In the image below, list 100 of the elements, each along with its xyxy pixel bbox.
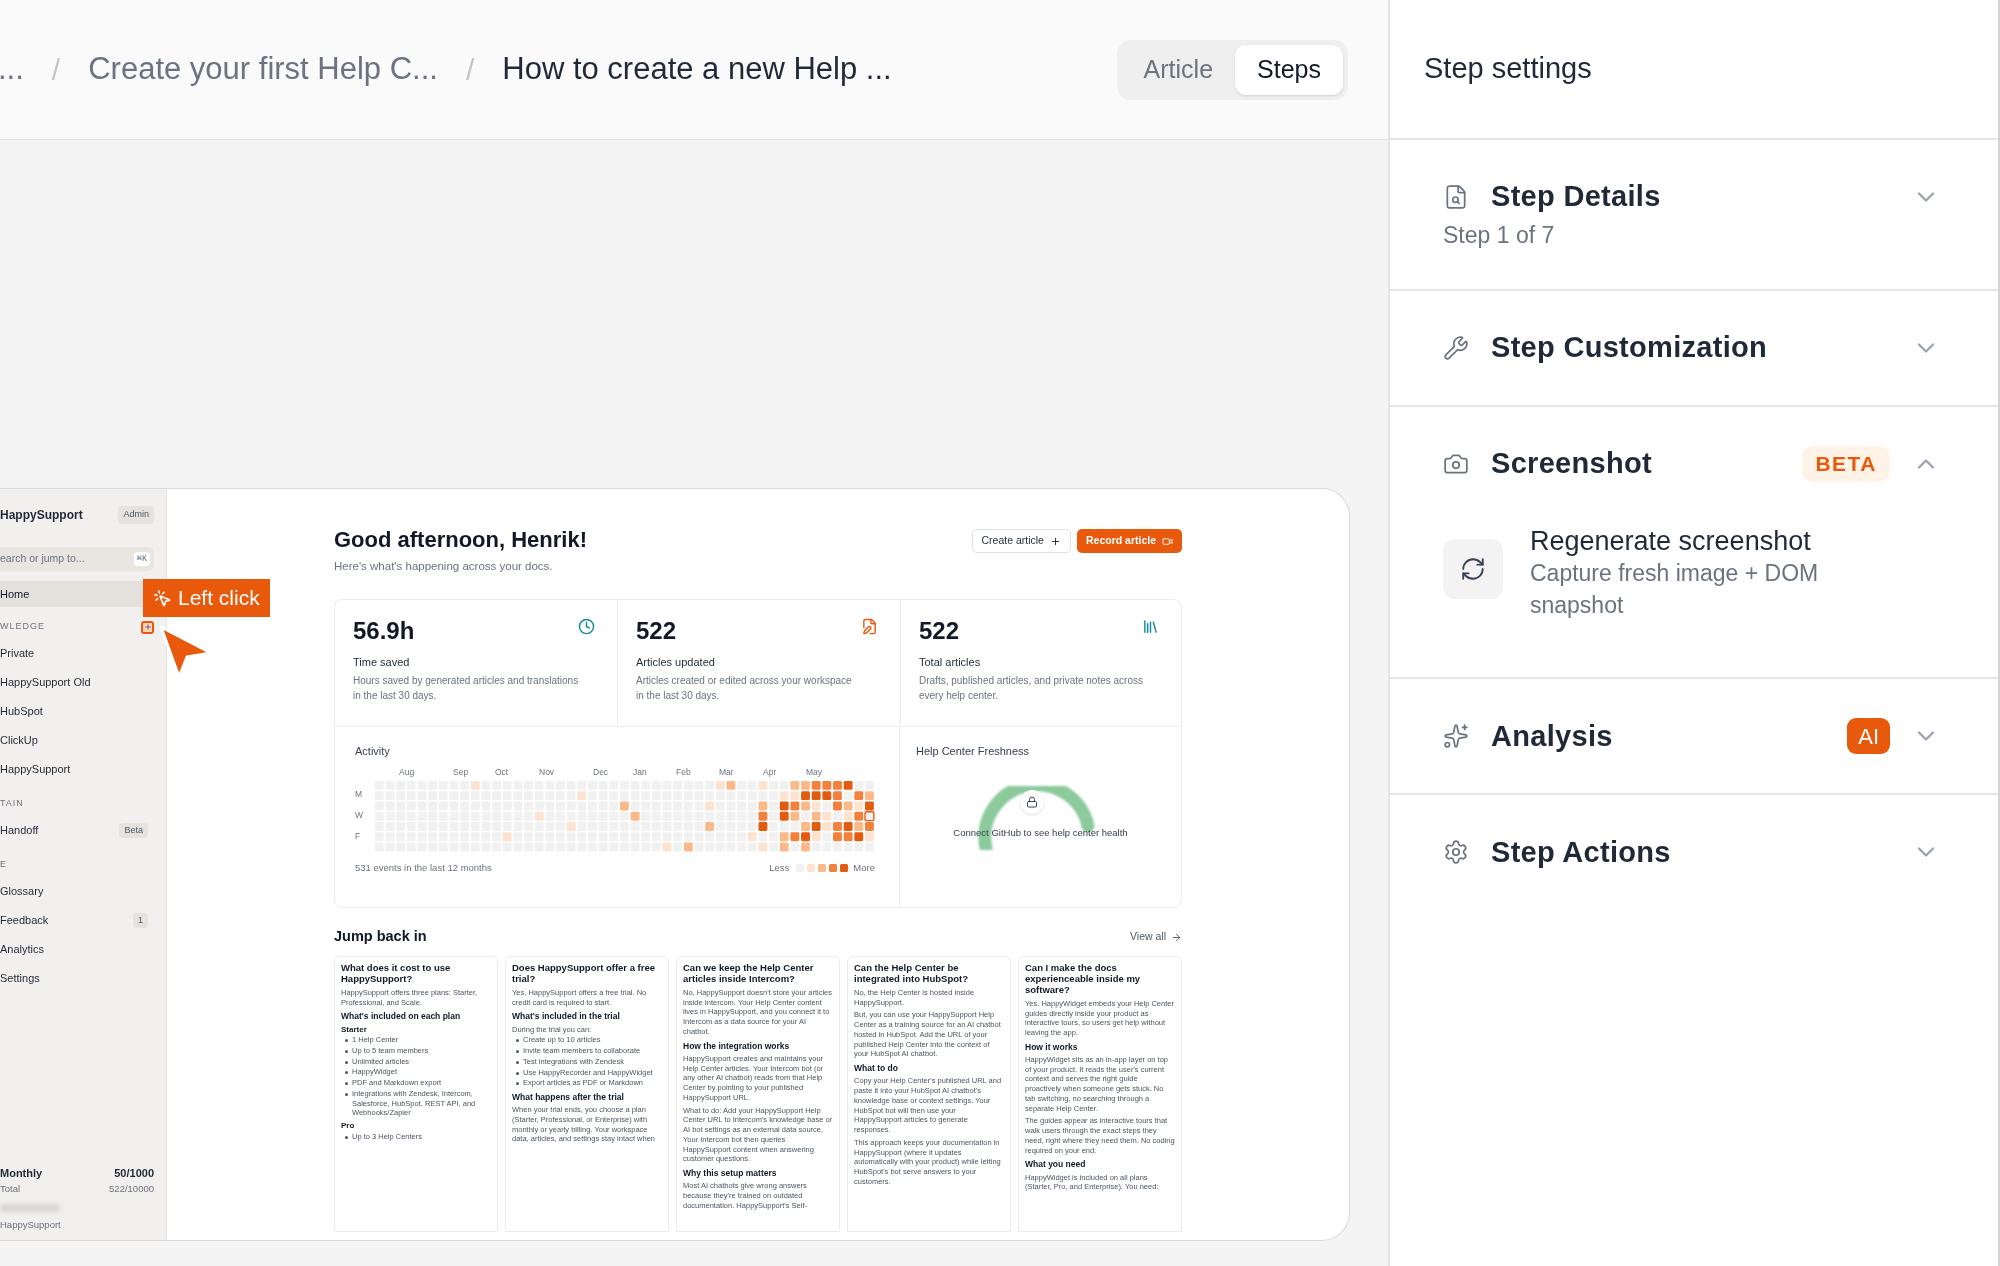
card-title: Can the Help Center be integrated into HubSpot? [854, 963, 969, 985]
nav-item[interactable]: HappySupport Old [0, 668, 154, 697]
card-title: Can I make the docs experienceable inside my software? [1025, 963, 1142, 996]
month-label: Apr [763, 765, 777, 779]
legend-less: Less [769, 860, 790, 875]
greeting-heading: Good afternoon, Henrik! [334, 526, 587, 554]
breadcrumb-link[interactable]: How to create a new Help ... [502, 46, 892, 93]
activity-summary: 531 events in the last 12 months [355, 860, 492, 875]
bullet-icon [516, 1050, 519, 1054]
view-tab[interactable]: Article [1121, 44, 1236, 95]
card-heading: What's included on each plan [341, 1011, 462, 1022]
refresh-icon [1443, 538, 1503, 599]
card-heading: What you need [1025, 1159, 1087, 1170]
card-heading: What to do [854, 1063, 899, 1074]
nav-item[interactable]: HubSpot [0, 697, 154, 726]
weekday-label: W [355, 808, 365, 821]
search-input[interactable]: earch or jump to... [0, 551, 110, 567]
blurred-name-icon [0, 1203, 60, 1212]
nav-item[interactable]: Analytics [0, 935, 154, 964]
month-label: Sep [453, 765, 469, 779]
create-article-button[interactable]: Create article [971, 529, 1071, 553]
role-badge: Admin [118, 506, 154, 524]
shortcut-key: ⌘K [133, 551, 150, 567]
add-icon[interactable] [141, 620, 154, 634]
month-label: Mar [719, 765, 734, 779]
nav-item[interactable]: HappySupport [0, 755, 154, 784]
stat-label: Total articles [919, 654, 982, 670]
click-icon [153, 588, 172, 608]
nav-item[interactable]: Settings [0, 964, 154, 993]
breadcrumb-link[interactable]: Create your first Help C... [88, 46, 438, 93]
nav-item[interactable]: Private [0, 639, 154, 668]
arrow-right-icon [1171, 931, 1182, 943]
plus-icon [1049, 535, 1061, 547]
action-description: Capture fresh image + DOM snapshot [1530, 558, 1820, 621]
card-title: What does it cost to use HappySupport? [341, 963, 452, 985]
month-label: Oct [495, 765, 509, 779]
wrench-icon [1443, 334, 1469, 361]
month-label: Feb [676, 765, 691, 779]
section-title[interactable]: Step Details [1491, 175, 1661, 219]
section-title[interactable]: Step Customization [1491, 325, 1768, 370]
stat-label: Articles updated [636, 654, 716, 670]
stat-description: Hours saved by generated articles and translations in the last 30 days. [353, 674, 580, 703]
search-field[interactable]: earch or jump to... ⌘K [0, 547, 154, 571]
bullet-icon [345, 1049, 348, 1053]
breadcrumb-separator: / [465, 52, 475, 88]
usage-label: Total [0, 1181, 21, 1196]
section-label: TAIN [0, 797, 24, 811]
breadcrumb-link[interactable]: ... [0, 46, 24, 93]
card-heading: Why this setup matters [683, 1168, 778, 1179]
bullet-icon [345, 1039, 348, 1043]
card-title: Can we keep the Help Center articles inside Intercom? [683, 963, 815, 985]
month-label: Jan [633, 765, 647, 779]
bullet-icon [516, 1039, 519, 1043]
card-heading: What's included in the trial [512, 1011, 621, 1022]
panel-title: Step settings [1424, 51, 1592, 87]
action-title: Regenerate screenshot [1530, 524, 1812, 557]
legend-scale-icon [796, 863, 849, 872]
activity-title: Activity [355, 744, 391, 760]
regenerate-action[interactable]: Regenerate screenshot Capture fresh image + DOM snapshot [1443, 524, 1940, 622]
month-label: Dec [593, 765, 609, 779]
weekday-label: M [355, 787, 364, 800]
bullet-icon [516, 1082, 519, 1086]
section-title[interactable]: Step Actions [1491, 830, 1671, 874]
article-card[interactable] [505, 956, 669, 1232]
article-card[interactable] [334, 956, 498, 1232]
section-label: E [0, 858, 7, 872]
card-subheading: Starter [341, 1024, 368, 1035]
beta-badge: BETA [1802, 445, 1890, 482]
gear-icon [1443, 839, 1469, 866]
stat-value: 522 [919, 618, 960, 645]
card-subheading: Pro [341, 1121, 356, 1131]
view-all-link[interactable]: View all [1130, 929, 1182, 945]
nav-item[interactable]: Glossary [0, 877, 154, 906]
library-icon [1142, 618, 1159, 636]
file-search-icon [1443, 184, 1469, 210]
nav-badge: 1 [133, 912, 148, 929]
clock-icon [578, 618, 595, 636]
workspace-name: HappySupport [0, 1217, 62, 1232]
video-icon [1162, 535, 1173, 547]
nav-item[interactable]: Feedback 1 [0, 906, 154, 935]
section-title[interactable]: Screenshot [1491, 441, 1652, 486]
section-label: WLEDGE [0, 620, 45, 634]
weekday-label: F [355, 829, 362, 842]
bullet-icon [345, 1060, 348, 1064]
bullet-icon [516, 1060, 519, 1064]
section-subtitle: Step 1 of 7 [1443, 221, 1556, 250]
sparkles-icon [1443, 723, 1469, 750]
brand-name: HappySupport [0, 507, 83, 524]
stat-value: 522 [636, 618, 677, 645]
record-article-button[interactable]: Record article [1076, 529, 1182, 553]
view-tab[interactable]: Steps [1235, 44, 1343, 95]
nav-item[interactable]: Handoff Beta [0, 816, 154, 845]
card-heading: How the integration works [683, 1040, 791, 1051]
nav-item[interactable]: ClickUp [0, 726, 154, 755]
freshness-title: Help Center Freshness [916, 744, 1031, 760]
stat-label: Time saved [353, 654, 411, 670]
section-title[interactable]: Analysis [1491, 714, 1613, 758]
bullet-icon [516, 1071, 519, 1075]
ai-badge: AI [1847, 718, 1890, 755]
jump-back-title: Jump back in [334, 927, 427, 947]
